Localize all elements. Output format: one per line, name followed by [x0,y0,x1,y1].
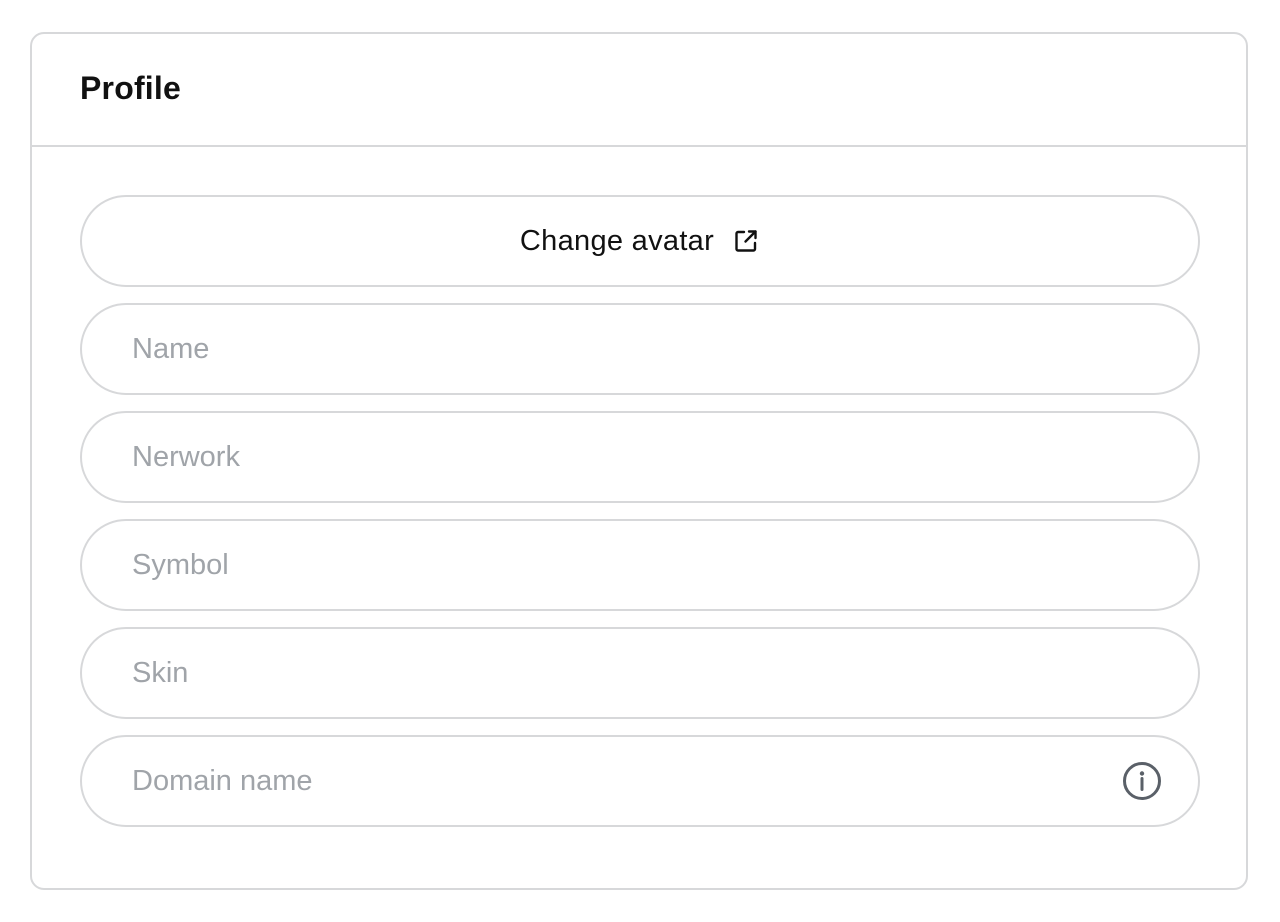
name-field[interactable] [82,305,1198,393]
symbol-field-wrapper [80,519,1200,611]
symbol-field[interactable] [82,521,1198,609]
name-field-wrapper [80,303,1200,395]
external-link-icon [732,227,760,255]
network-field[interactable] [82,413,1198,501]
domain-name-field[interactable] [82,737,1198,825]
page-title: Profile [80,70,181,106]
profile-card-header: Profile [32,34,1246,147]
network-field-wrapper [80,411,1200,503]
domain-name-field-wrapper [80,735,1200,827]
change-avatar-button[interactable]: Change avatar [80,195,1200,287]
change-avatar-label: Change avatar [519,224,715,257]
info-icon[interactable] [1122,761,1162,801]
skin-field[interactable] [82,629,1198,717]
profile-form: Change avatar [32,147,1246,827]
skin-field-wrapper [80,627,1200,719]
profile-card: Profile Change avatar [30,32,1248,890]
